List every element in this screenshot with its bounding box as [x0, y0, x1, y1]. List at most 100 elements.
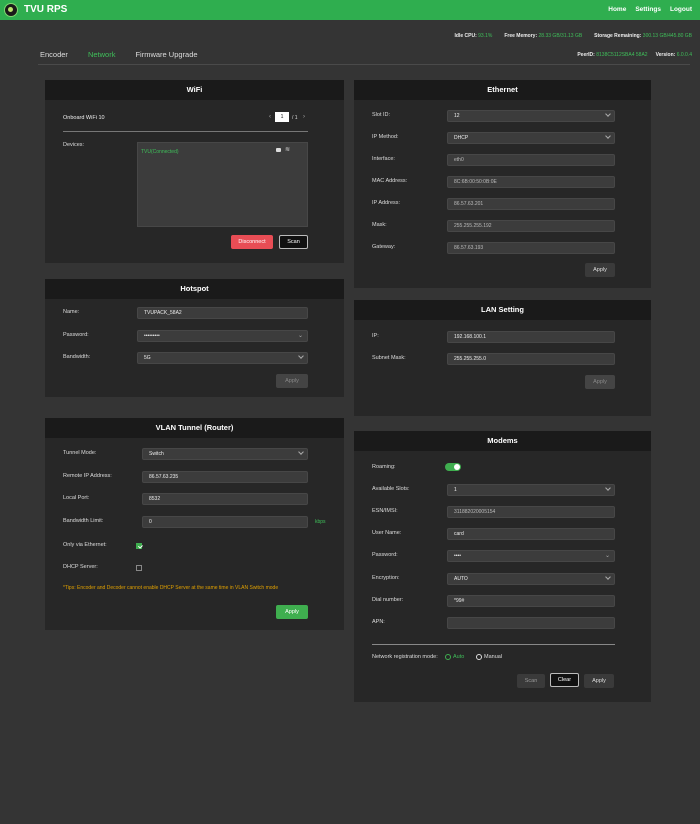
hotspot-password-input[interactable]: ••••••••• ⌄	[137, 330, 308, 342]
vlan-title: VLAN Tunnel (Router)	[45, 418, 344, 438]
free-memory-label: Free Memory:	[504, 33, 538, 39]
tab-encoder[interactable]: Encoder	[40, 50, 68, 65]
local-port-input[interactable]: 8532	[142, 493, 308, 505]
page-next-icon[interactable]: ›	[303, 114, 305, 120]
wifi-divider	[63, 131, 308, 132]
available-slots-value: 1	[454, 487, 457, 493]
tunnel-mode-label: Tunnel Mode:	[63, 450, 97, 456]
ip-address-label: IP Address:	[372, 200, 401, 206]
tab-network[interactable]: Network	[87, 50, 116, 65]
user-name-input[interactable]: card	[447, 528, 615, 540]
apn-input[interactable]	[447, 617, 615, 629]
interface-label: Interface:	[372, 156, 395, 162]
devices-label: Devices:	[63, 142, 85, 148]
dial-number-input[interactable]: *99#	[447, 595, 615, 607]
nav-logout-link[interactable]: Logout	[670, 6, 692, 13]
roaming-toggle[interactable]	[445, 463, 461, 471]
modem-apply-button[interactable]: Apply	[584, 674, 614, 688]
tab-firmware-upgrade[interactable]: Firmware Upgrade	[135, 50, 197, 65]
page-prev-icon[interactable]: ‹	[269, 114, 271, 120]
encryption-label: Encryption:	[372, 575, 400, 581]
hotspot-panel: Hotspot Name: TVUPACK_58A2 Password: •••…	[45, 279, 344, 397]
local-port-label: Local Port:	[63, 495, 90, 501]
hotspot-name-label: Name:	[63, 309, 80, 315]
dhcp-server-checkbox[interactable]	[136, 565, 142, 571]
esn-imsi-label: ESN/IMSI:	[372, 508, 398, 514]
ip-method-select[interactable]: DHCP	[447, 132, 615, 144]
chevron-down-icon	[605, 574, 611, 580]
lan-ip-input[interactable]: 192.168.100.1	[447, 331, 615, 343]
vlan-tips: *Tips: Encoder and Decoder cannot enable…	[63, 585, 279, 591]
bandwidth-select[interactable]: 5G	[137, 352, 308, 364]
gateway-label: Gateway:	[372, 244, 396, 250]
hotspot-password-value: •••••••••	[144, 333, 160, 339]
lan-apply-button[interactable]: Apply	[585, 375, 615, 389]
mask-input[interactable]: 255.255.255.192	[447, 220, 615, 232]
idle-cpu-label: Idle CPU:	[454, 33, 477, 39]
ip-method-value: DHCP	[454, 135, 469, 141]
lan-title: LAN Setting	[354, 300, 651, 320]
onboard-wifi-label: Onboard WiFi 10	[63, 115, 105, 121]
chevron-down-icon	[605, 485, 611, 491]
bandwidth-limit-input[interactable]: 0	[142, 516, 308, 528]
only-ethernet-checkbox[interactable]	[136, 543, 142, 549]
app-title: TVU RPS	[24, 4, 68, 15]
user-name-label: User Name:	[372, 530, 402, 536]
modem-password-label: Password:	[372, 552, 398, 558]
top-bar: TVU RPS Home Settings Logout	[0, 0, 700, 20]
lock-icon	[276, 148, 281, 152]
chevron-down-icon[interactable]: ⌄	[605, 551, 610, 561]
modems-divider	[372, 644, 615, 645]
chevron-down-icon	[298, 353, 304, 359]
radio-manual[interactable]	[476, 654, 482, 660]
wifi-panel: WiFi Onboard WiFi 10 ‹ 1 / 1 › Devices: …	[45, 80, 344, 263]
disconnect-button[interactable]: Disconnect	[231, 235, 273, 249]
mac-address-input[interactable]: 8C:6B:00:50:0B:0E	[447, 176, 615, 188]
slot-id-label: Slot ID:	[372, 112, 391, 118]
mask-label: Mask:	[372, 222, 387, 228]
modem-scan-button[interactable]: Scan	[517, 674, 545, 688]
tunnel-mode-select[interactable]: Switch	[142, 448, 308, 460]
apn-label: APN:	[372, 619, 385, 625]
tunnel-mode-value: Switch	[149, 451, 164, 457]
encryption-value: AUTO	[454, 576, 468, 582]
nav-settings-link[interactable]: Settings	[635, 6, 661, 13]
ethernet-apply-button[interactable]: Apply	[585, 263, 615, 277]
page-input[interactable]: 1	[275, 112, 289, 122]
ip-method-label: IP Method:	[372, 134, 399, 140]
interface-input[interactable]: eth0	[447, 154, 615, 166]
vlan-apply-button[interactable]: Apply	[276, 605, 308, 619]
available-slots-label: Available Slots:	[372, 486, 410, 492]
ip-address-input[interactable]: 86.57.63.201	[447, 198, 615, 210]
modem-password-input[interactable]: •••• ⌄	[447, 550, 615, 562]
device-item-name[interactable]: TVU(Connected)	[141, 149, 179, 155]
hotspot-password-label: Password:	[63, 332, 89, 338]
modem-clear-button[interactable]: Clear	[550, 673, 579, 687]
bandwidth-unit: kbps	[315, 519, 326, 525]
remote-ip-input[interactable]: 86.57.63.235	[142, 471, 308, 483]
slot-id-select[interactable]: 12	[447, 110, 615, 122]
storage-value: 300.13 GB/445.80 GB	[642, 33, 692, 39]
subnet-mask-input[interactable]: 255.255.255.0	[447, 353, 615, 365]
modems-title: Modems	[354, 431, 651, 451]
bandwidth-limit-label: Bandwidth Limit:	[63, 518, 104, 524]
nav-home-link[interactable]: Home	[608, 6, 626, 13]
available-slots-select[interactable]: 1	[447, 484, 615, 496]
gateway-input[interactable]: 86.57.63.193	[447, 242, 615, 254]
lan-panel: LAN Setting IP: 192.168.100.1 Subnet Mas…	[354, 300, 651, 416]
radio-auto[interactable]	[445, 654, 451, 660]
wifi-scan-button[interactable]: Scan	[279, 235, 308, 249]
slot-id-value: 12	[454, 113, 460, 119]
hotspot-apply-button[interactable]: Apply	[276, 374, 308, 388]
hotspot-name-input[interactable]: TVUPACK_58A2	[137, 307, 308, 319]
tab-bar: Encoder Network Firmware Upgrade	[40, 50, 198, 65]
esn-imsi-input[interactable]: 311882020005154	[447, 506, 615, 518]
roaming-label: Roaming:	[372, 464, 396, 470]
remote-ip-label: Remote IP Address:	[63, 473, 112, 479]
idle-cpu-value: 93.1%	[478, 33, 493, 39]
chevron-down-icon[interactable]: ⌄	[298, 331, 303, 341]
storage-label: Storage Remaining:	[594, 33, 642, 39]
encryption-select[interactable]: AUTO	[447, 573, 615, 585]
chevron-down-icon	[605, 133, 611, 139]
modems-panel: Modems Roaming: Available Slots: 1 ESN/I…	[354, 431, 651, 702]
